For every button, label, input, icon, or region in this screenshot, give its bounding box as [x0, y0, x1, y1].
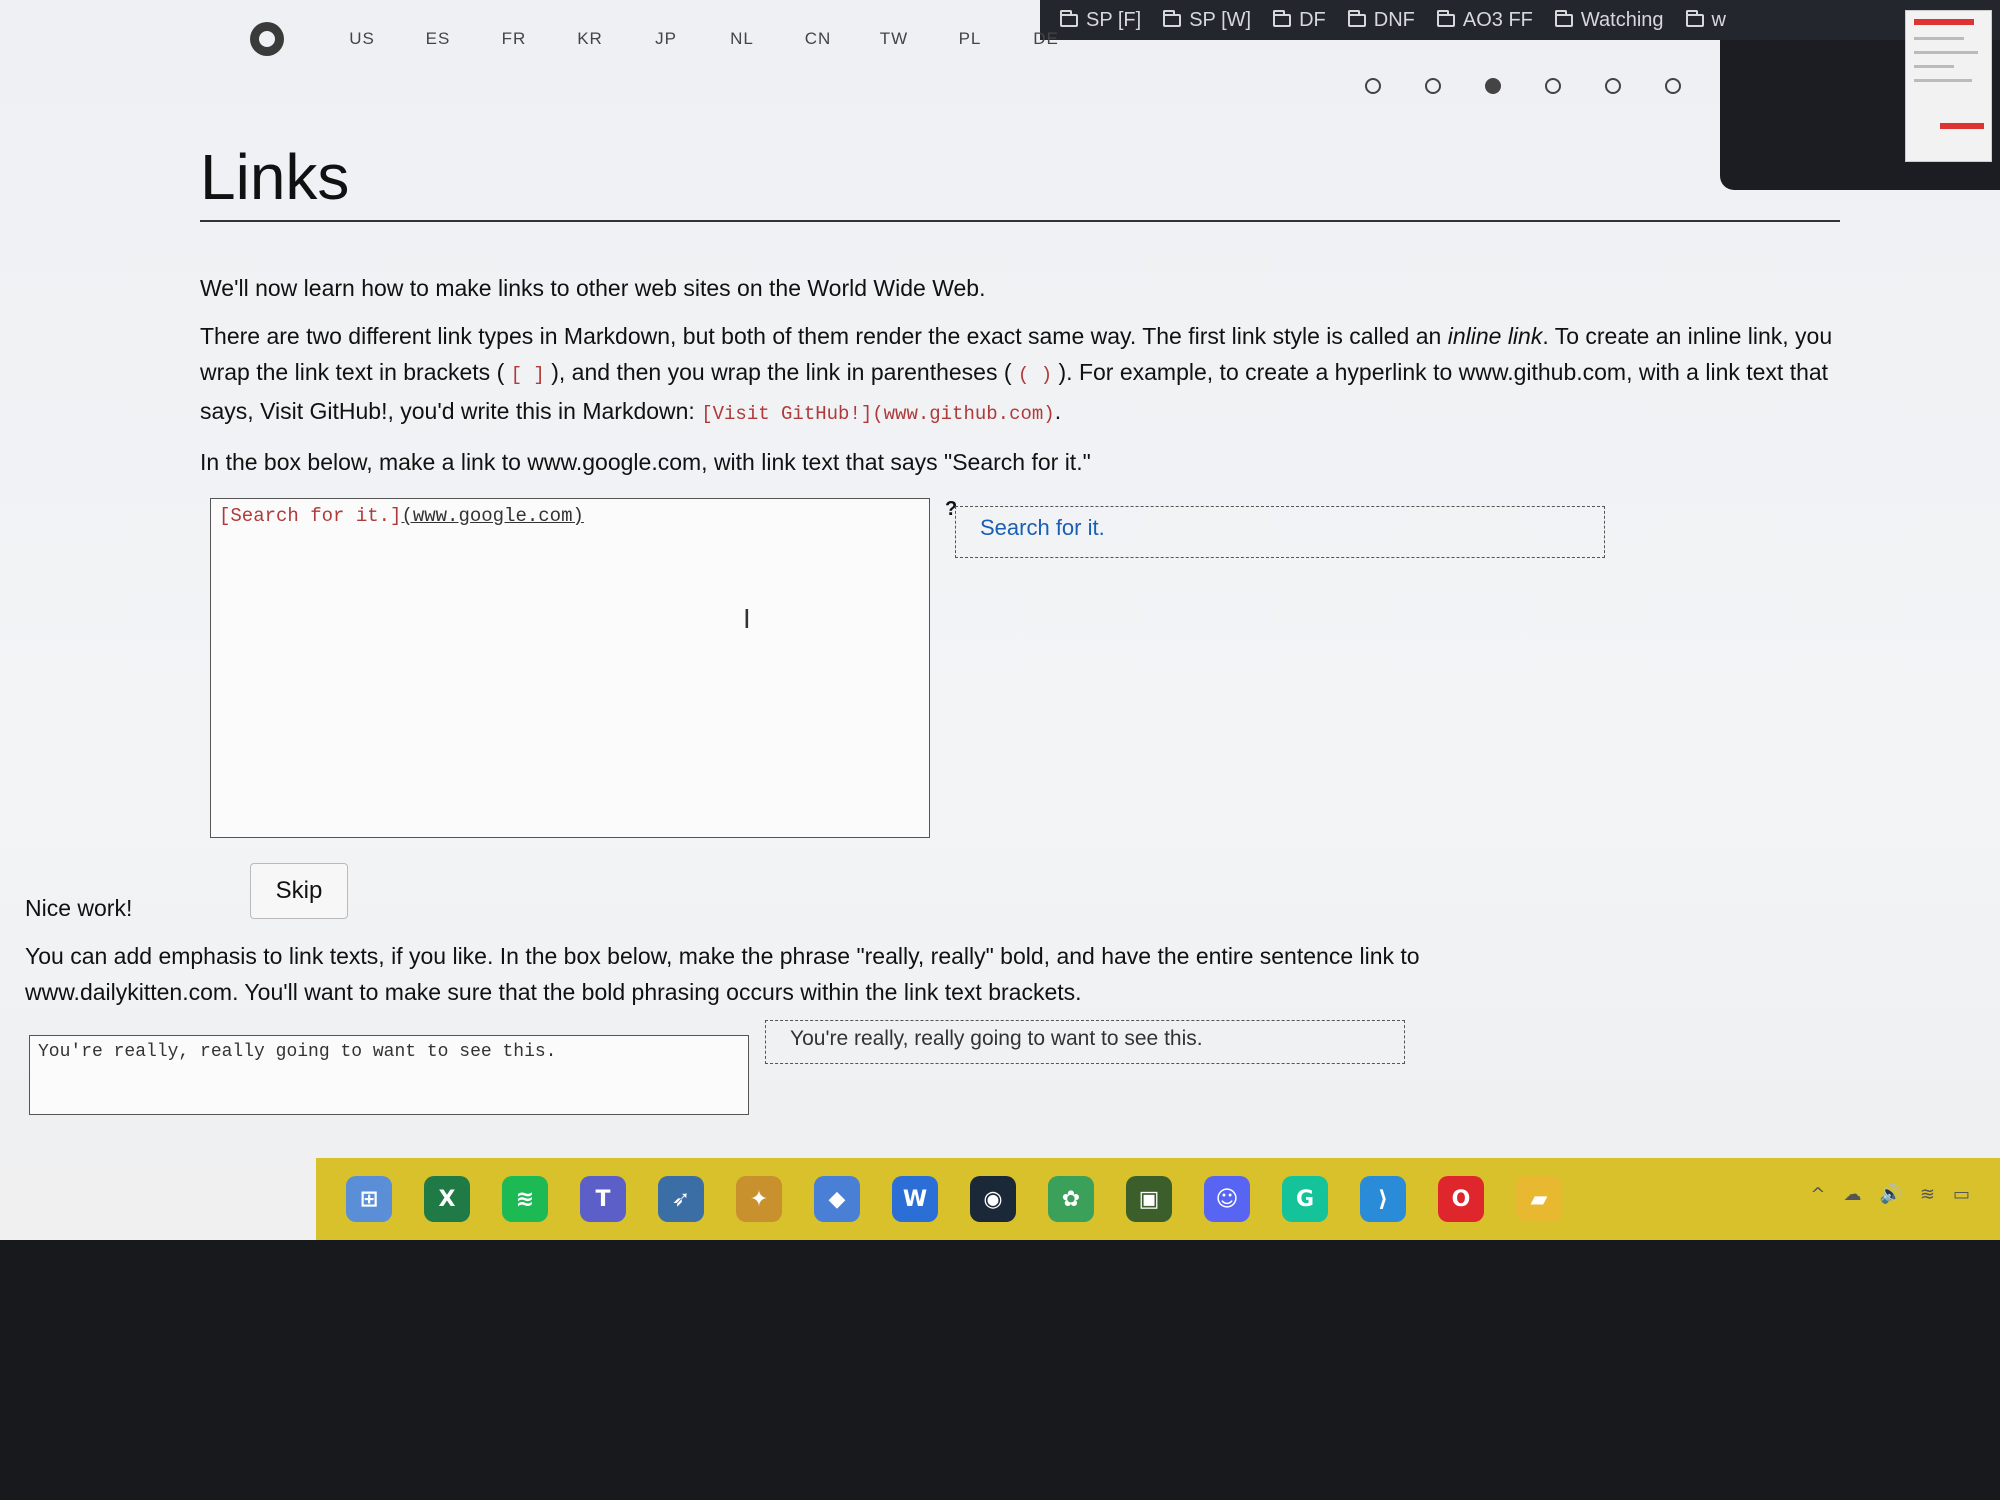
bookmark-label: AO3 FF — [1462, 8, 1533, 31]
thumbnail-line — [1914, 51, 1978, 54]
lang-es[interactable]: ES — [400, 29, 476, 49]
lang-tw[interactable]: TW — [856, 29, 932, 49]
system-tray: ^ ☁ 🔊 ≋ ▭ — [1810, 1184, 1970, 1205]
lang-kr[interactable]: KR — [552, 29, 628, 49]
excel-icon[interactable]: X — [424, 1176, 470, 1222]
progress-dot[interactable] — [1665, 78, 1681, 94]
code-example: [Visit GitHub!](www.github.com) — [701, 403, 1055, 425]
teams-icon[interactable]: T — [580, 1176, 626, 1222]
tray-overflow-icon[interactable]: ^ — [1810, 1184, 1825, 1205]
preview-link[interactable]: Search for it. — [980, 515, 1105, 540]
spotify-icon[interactable]: ≋ — [502, 1176, 548, 1222]
taskbar: ⊞ X ≋ T ➶ ✦ ◆ W ◉ ✿ ▣ ☺ G ⟩ O ▰ ^ ☁ 🔊 ≋ ▭ — [0, 1158, 2000, 1240]
vscode-icon[interactable]: ⟩ — [1360, 1176, 1406, 1222]
start-icon[interactable]: ⊞ — [346, 1176, 392, 1222]
bookmark-ao3-ff[interactable]: AO3 FF — [1436, 8, 1533, 32]
progress-dot[interactable] — [1365, 78, 1381, 94]
markdown-link-text: [Search for it.] — [219, 505, 402, 527]
opera-icon[interactable]: O — [1438, 1176, 1484, 1222]
bookmark-dnf[interactable]: DNF — [1347, 8, 1415, 32]
thumbnail-line — [1914, 79, 1972, 82]
rendered-preview-2: You're really, really going to want to s… — [765, 1020, 1405, 1064]
taskbar-icons: ⊞ X ≋ T ➶ ✦ ◆ W ◉ ✿ ▣ ☺ G ⟩ O ▰ — [346, 1176, 1562, 1222]
bookmark-label: DF — [1299, 8, 1326, 31]
text-span: There are two different link types in Ma… — [200, 323, 1448, 349]
lang-jp[interactable]: JP — [628, 29, 704, 49]
progress-dot[interactable] — [1605, 78, 1621, 94]
lesson-progress-dots — [1365, 78, 1681, 94]
bookmark-sp-w[interactable]: SP [W] — [1163, 9, 1251, 32]
exercise-row: [Search for it.](www.google.com) I ? Sea… — [200, 498, 1840, 919]
volume-icon[interactable]: 🔊 — [1879, 1184, 1901, 1205]
lang-pl[interactable]: PL — [932, 29, 1008, 49]
bookmark-w[interactable]: w — [1685, 8, 1726, 32]
instruction-text-2: You can add emphasis to link texts, if y… — [25, 943, 1420, 1005]
text-span: ), and then you wrap the link in parenth… — [544, 359, 1018, 385]
thumbnail-line — [1914, 65, 1954, 68]
discord-icon[interactable]: ☺ — [1204, 1176, 1250, 1222]
folder-icon — [1273, 9, 1292, 27]
code-parentheses: ( ) — [1017, 364, 1053, 386]
thumbnail-bar — [1914, 19, 1974, 25]
thumbnail-line — [1914, 37, 1964, 40]
bookmark-label: SP [F] — [1086, 8, 1142, 31]
markdown-editor[interactable]: [Search for it.](www.google.com) I — [210, 498, 930, 838]
progress-dot[interactable] — [1485, 78, 1501, 94]
grammarly-icon[interactable]: G — [1282, 1176, 1328, 1222]
taskbar-left-region — [0, 1158, 316, 1240]
cursor-app-icon[interactable]: ➶ — [658, 1176, 704, 1222]
folder-icon — [1163, 9, 1182, 27]
markdown-link-url: (www.google.com) — [401, 505, 584, 527]
bookmark-label: w — [1711, 8, 1726, 31]
battery-icon[interactable]: ▭ — [1953, 1184, 1970, 1205]
lang-us[interactable]: US — [324, 29, 400, 49]
lang-cn[interactable]: CN — [780, 29, 856, 49]
photos-icon[interactable]: ◆ — [814, 1176, 860, 1222]
bookmark-watching[interactable]: Watching — [1554, 8, 1664, 32]
thumbnail-bar — [1940, 123, 1984, 129]
steam-icon[interactable]: ◉ — [970, 1176, 1016, 1222]
progress-dot[interactable] — [1425, 78, 1441, 94]
feather-app-icon[interactable]: ✿ — [1048, 1176, 1094, 1222]
folder-icon — [1347, 9, 1366, 27]
wifi-icon[interactable]: ≋ — [1920, 1184, 1935, 1205]
success-message: Nice work! — [25, 895, 133, 921]
folder-icon — [1436, 9, 1455, 27]
lang-nl[interactable]: NL — [704, 29, 780, 49]
emphasis-text: inline link — [1447, 323, 1543, 349]
window-thumbnail[interactable] — [1905, 10, 1992, 162]
code-brackets: [ ] — [510, 364, 545, 386]
lang-fr[interactable]: FR — [476, 29, 552, 49]
markdown-editor-2[interactable]: You're really, really going to want to s… — [29, 1035, 749, 1115]
github-icon[interactable] — [250, 22, 284, 56]
browser-screen: SP [F] SP [W] DF DNF AO3 FF Watching w U… — [0, 0, 2000, 1300]
top-nav: US ES FR KR JP NL CN TW PL DE — [250, 14, 1084, 64]
folder-icon — [1554, 9, 1573, 27]
bookmark-label: DNF — [1373, 8, 1415, 31]
word-icon[interactable]: W — [892, 1176, 938, 1222]
cloud-icon[interactable]: ☁ — [1843, 1184, 1861, 1205]
instruction-text: In the box below, make a link to www.goo… — [200, 449, 1091, 475]
intro-text: We'll now learn how to make links to oth… — [200, 275, 986, 301]
bookmark-df[interactable]: DF — [1273, 9, 1326, 32]
next-exercise: Nice work! You can add emphasis to link … — [25, 895, 1625, 1115]
desk-surface — [0, 1240, 2000, 1500]
folder-icon — [1685, 9, 1704, 27]
explanation-text: There are two different link types in Ma… — [200, 318, 1840, 432]
minecraft-icon[interactable]: ▣ — [1126, 1176, 1172, 1222]
progress-dot[interactable] — [1545, 78, 1561, 94]
bookmarks-bar: SP [F] SP [W] DF DNF AO3 FF Watching w — [1040, 0, 2000, 40]
bookmark-label: SP [W] — [1189, 8, 1252, 31]
lesson-content: Links We'll now learn how to make links … — [200, 140, 1840, 919]
rendered-preview: Search for it. — [955, 506, 1605, 558]
text-cursor-icon: I — [743, 605, 751, 635]
file-explorer-icon[interactable]: ▰ — [1516, 1176, 1562, 1222]
text-span: . — [1054, 398, 1062, 424]
bookmark-label: Watching — [1580, 8, 1664, 31]
page-title: Links — [200, 140, 1840, 222]
game-icon[interactable]: ✦ — [736, 1176, 782, 1222]
lang-de[interactable]: DE — [1008, 29, 1084, 49]
